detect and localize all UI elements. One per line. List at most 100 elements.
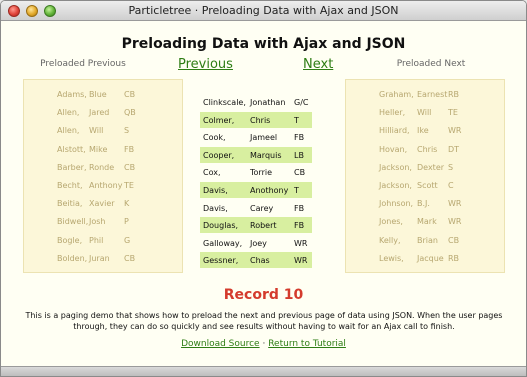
next-row-position: S (448, 162, 454, 172)
title-bar[interactable]: Particletree · Preloading Data with Ajax… (1, 1, 526, 21)
next-row-last-name: Johnson, (379, 199, 414, 209)
current-row-last-name: Cox, (203, 168, 221, 178)
previous-row-last-name: Bogle, (57, 235, 83, 245)
current-row-first-name: Chris (250, 115, 271, 125)
next-row-position: WR (448, 199, 462, 209)
previous-row-position: TE (124, 181, 134, 190)
current-row-position: FB (294, 221, 305, 231)
current-row: Douglas, Robert FB (200, 217, 312, 234)
current-row-position: CB (294, 168, 306, 178)
next-row-position: CB (448, 235, 460, 245)
next-row-position: DT (448, 144, 460, 154)
previous-row-first-name: Ronde (89, 162, 115, 172)
current-row-position: WR (294, 238, 308, 248)
current-row-first-name: Chas (250, 256, 270, 266)
current-row-position: T (294, 115, 299, 125)
current-row-first-name: Marquis (250, 150, 282, 160)
next-row-position: C (448, 181, 454, 190)
previous-row-last-name: Barber, (57, 162, 87, 172)
next-row-first-name: Will (417, 108, 432, 118)
previous-row-last-name: Adams, (57, 90, 87, 99)
current-row-last-name: Gessner, (203, 256, 239, 266)
current-row-last-name: Cook, (203, 133, 226, 143)
next-row-position: RB (448, 90, 460, 99)
current-row-first-name: Joey (250, 238, 267, 248)
previous-row-position: CB (124, 90, 136, 99)
current-row-last-name: Douglas, (203, 221, 239, 231)
current-row-first-name: Torrie (250, 168, 273, 178)
previous-row-first-name: Josh (89, 217, 106, 227)
current-row-last-name: Davis, (203, 186, 228, 195)
current-row-position: LB (294, 150, 304, 160)
preloaded-previous-heading: Preloaded Previous (40, 59, 126, 69)
next-row-last-name: Lewis, (379, 253, 404, 263)
previous-row-position: CB (124, 253, 136, 263)
previous-row-first-name: Phil (89, 235, 104, 245)
current-row-position: G/C (294, 98, 309, 107)
current-row-position: FB (294, 133, 305, 143)
current-row-first-name: Carey (250, 203, 274, 213)
previous-row-first-name: Juran (89, 253, 110, 263)
next-row-last-name: Kelly, (379, 235, 401, 245)
next-row-first-name: Chris (417, 144, 438, 154)
page-title: Preloading Data with Ajax and JSON (121, 36, 406, 52)
current-row-position: WR (294, 256, 308, 266)
next-link[interactable]: Next (303, 57, 333, 72)
download-source-link[interactable]: Download Source (181, 339, 260, 349)
next-row-last-name: Jones, (379, 217, 403, 227)
previous-row-first-name: Anthony (89, 181, 123, 190)
previous-row-first-name: Will (89, 126, 104, 136)
next-row-position: WR (448, 126, 462, 136)
next-row-last-name: Heller, (379, 108, 406, 118)
current-row: Galloway, Joey WR (200, 235, 312, 251)
current-row-first-name: Anothony (250, 186, 289, 195)
previous-row-position: G (124, 235, 131, 245)
previous-row-last-name: Becht, (57, 181, 83, 190)
current-row-last-name: Clinkscale, (203, 98, 246, 107)
previous-row-last-name: Allen, (57, 126, 80, 136)
next-row-first-name: B.J. (417, 199, 430, 209)
previous-row-position: P (124, 217, 129, 227)
preloaded-next-heading: Preloaded Next (396, 59, 466, 69)
next-row-first-name: Mark (417, 217, 437, 227)
previous-row-last-name: Bidwell, (57, 217, 89, 227)
previous-link[interactable]: Previous (178, 57, 233, 72)
previous-row-first-name: Mike (89, 144, 108, 154)
previous-row-last-name: Allen, (57, 108, 80, 118)
current-row-position: T (294, 186, 299, 195)
previous-row-first-name: Blue (89, 90, 107, 99)
next-row-first-name: Jacque (417, 253, 444, 263)
return-to-tutorial-link[interactable]: Return to Tutorial (268, 339, 346, 349)
previous-row-last-name: Alstott, (57, 144, 86, 154)
record-indicator: Record 10 (223, 287, 304, 303)
current-row-last-name: Galloway, (203, 238, 243, 248)
current-row: Cox, Torrie CB (200, 164, 312, 180)
current-row-first-name: Jonathan (250, 98, 286, 107)
next-row-last-name: Graham, (379, 90, 414, 99)
previous-row-position: K (124, 199, 130, 209)
next-row-last-name: Jackson, (379, 162, 412, 172)
link-separator: · (262, 339, 266, 349)
previous-row-first-name: Jared (89, 108, 110, 118)
next-row-first-name: Earnest (417, 90, 448, 99)
browser-window: Particletree · Preloading Data with Ajax… (0, 0, 527, 377)
previous-row-position: FB (124, 144, 135, 154)
current-row-position: FB (294, 203, 305, 213)
current-row: Colmer, Chris T (200, 111, 312, 128)
next-row-first-name: Scott (417, 181, 438, 190)
previous-row-last-name: Beitia, (57, 199, 83, 209)
current-row: Cook, Jameel FB (200, 129, 312, 145)
previous-row-last-name: Bolden, (57, 253, 88, 263)
previous-row-first-name: Xavier (89, 199, 115, 209)
description-text: This is a paging demo that shows how to … (25, 311, 503, 331)
current-row: Cooper, Marquis LB (200, 146, 312, 163)
next-row-last-name: Hovan, (379, 144, 408, 154)
current-row-last-name: Cooper, (203, 150, 235, 160)
page-content: Preloading Data with Ajax and JSON Prelo… (1, 21, 526, 366)
current-row-last-name: Colmer, (203, 115, 235, 125)
current-row: Davis, Anothony T (200, 182, 312, 198)
current-row: Clinkscale, Jonathan G/C (200, 94, 312, 110)
current-row-last-name: Davis, (203, 203, 228, 213)
current-row-first-name: Robert (250, 221, 277, 231)
next-row-last-name: Jackson, (379, 181, 412, 190)
